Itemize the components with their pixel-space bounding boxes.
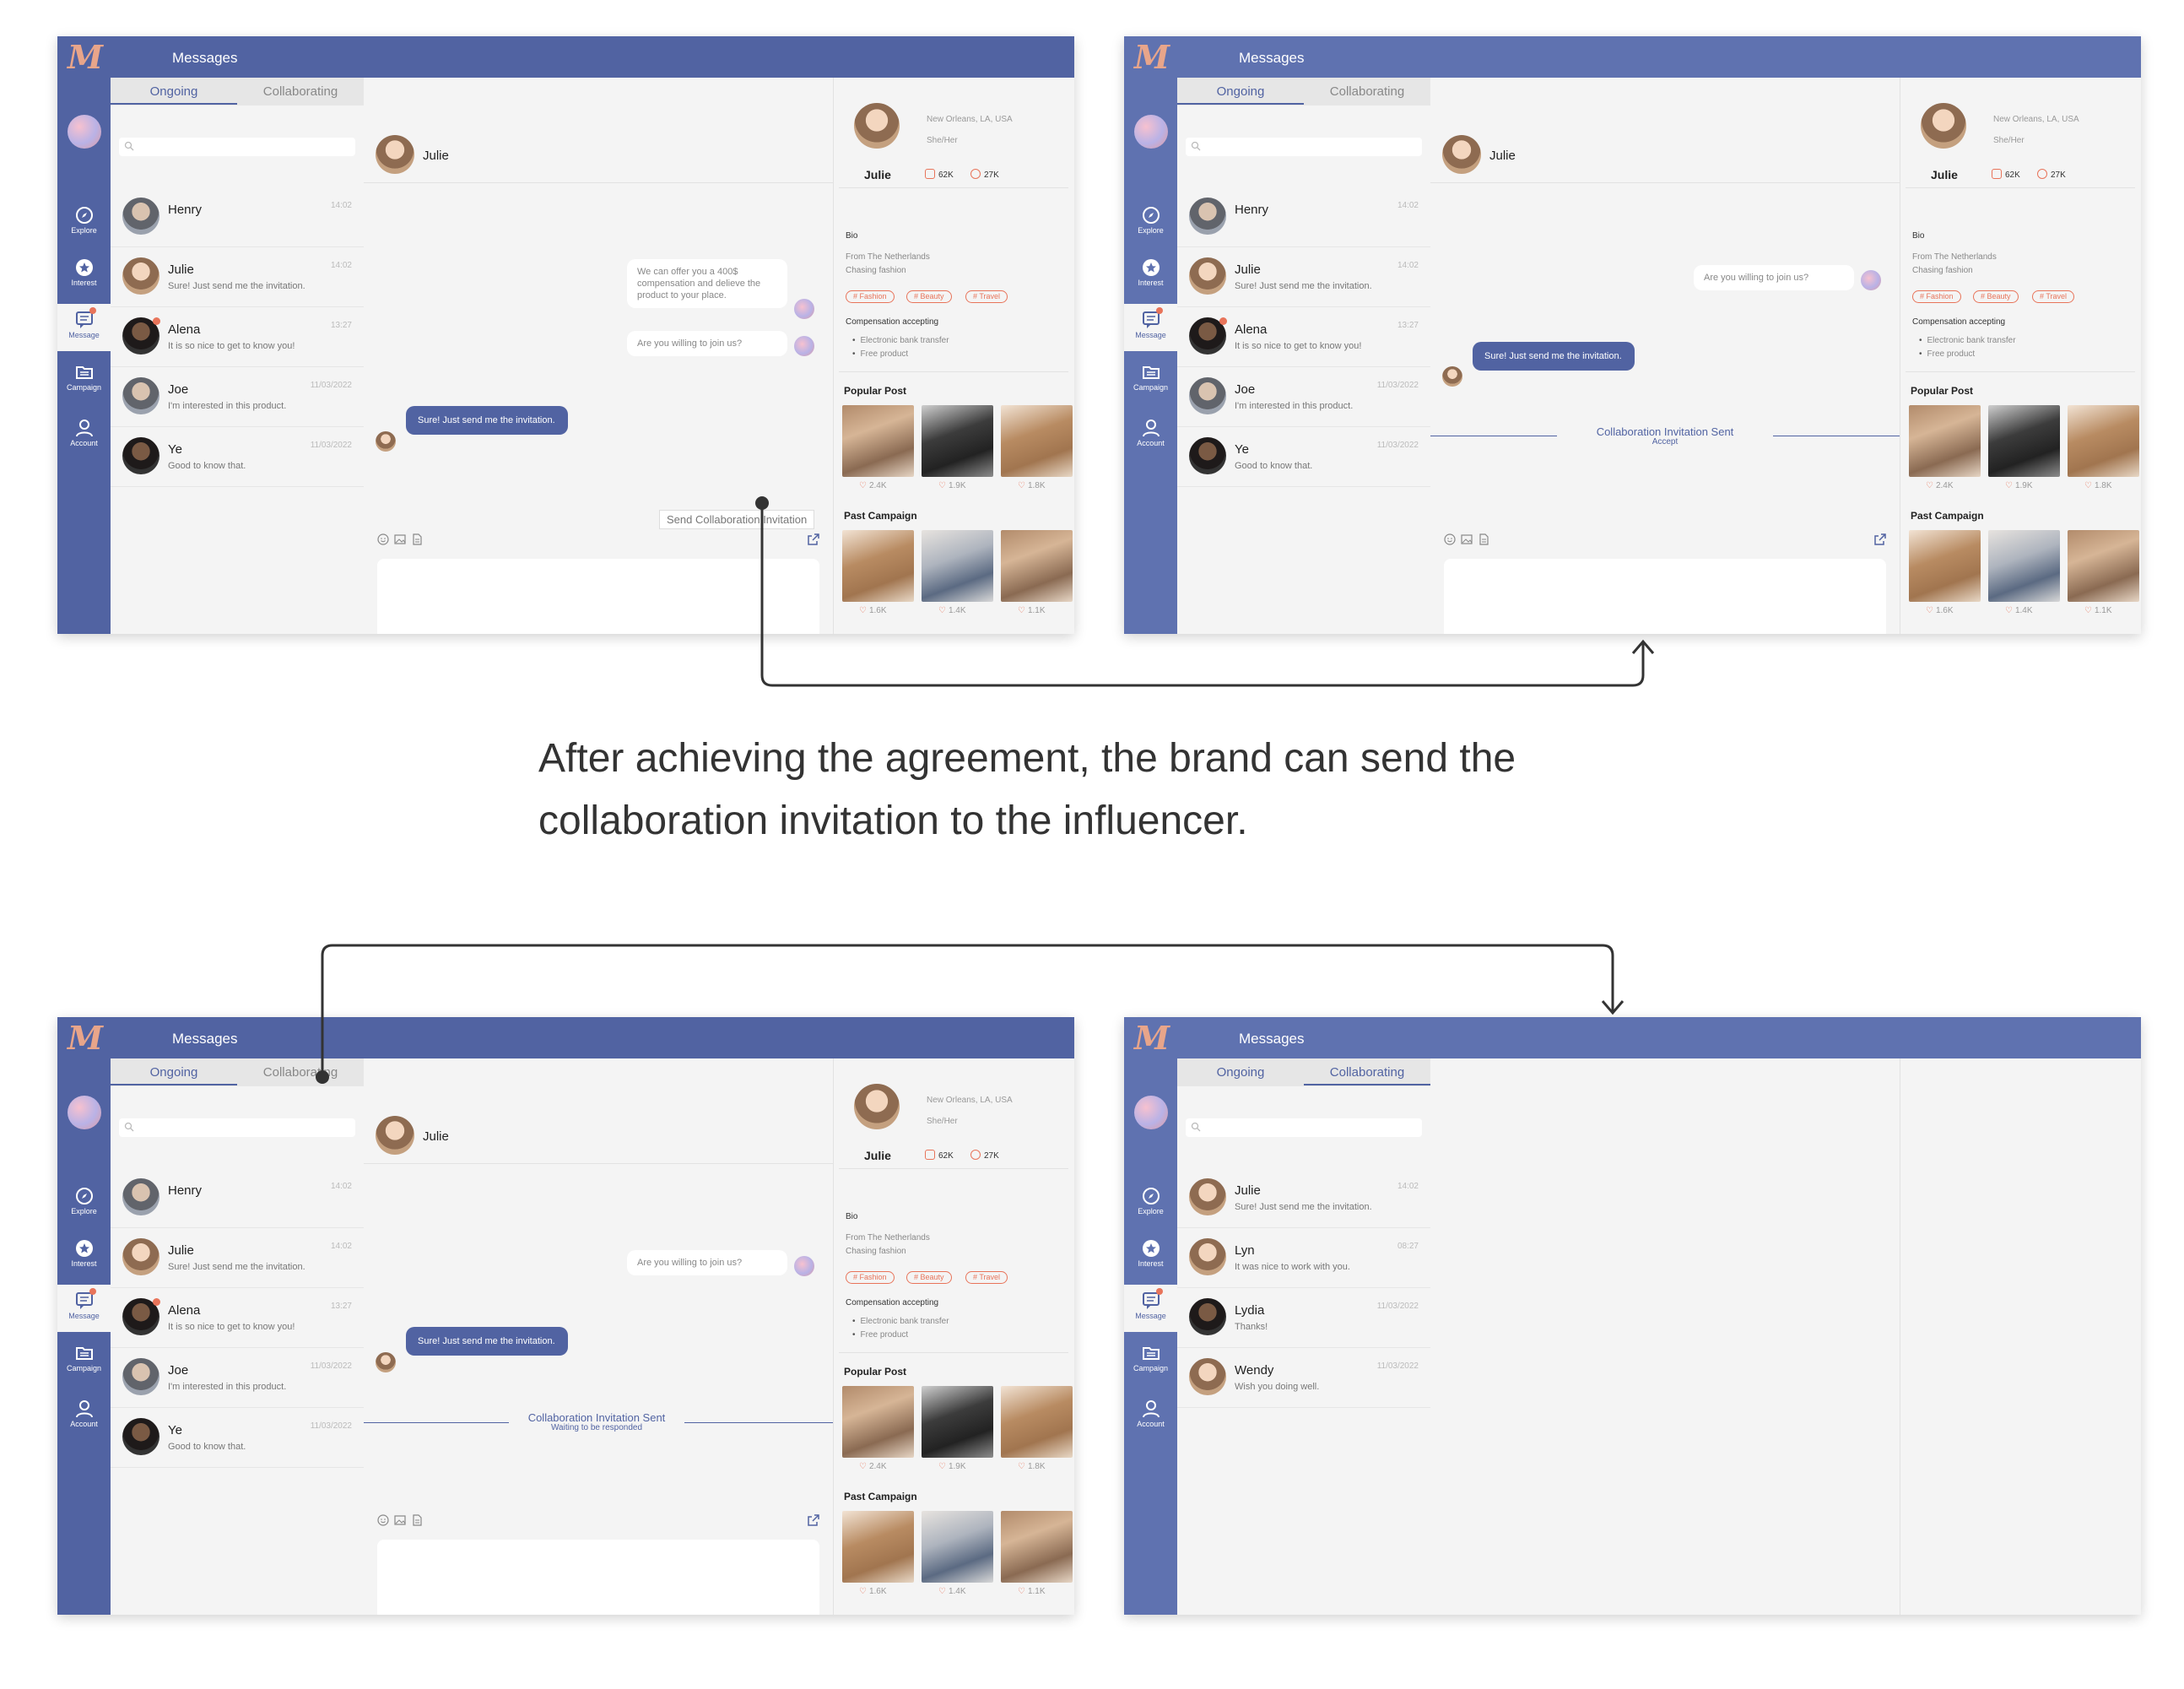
arrow-collaborating-tab [316, 944, 1624, 1084]
caption: After achieving the agreement, the brand… [538, 728, 1720, 853]
caption-line-2: collaboration invitation to the influenc… [538, 798, 1248, 843]
caption-line-1: After achieving the agreement, the brand… [538, 736, 1516, 781]
arrow-send-to-accepted [755, 496, 1655, 687]
